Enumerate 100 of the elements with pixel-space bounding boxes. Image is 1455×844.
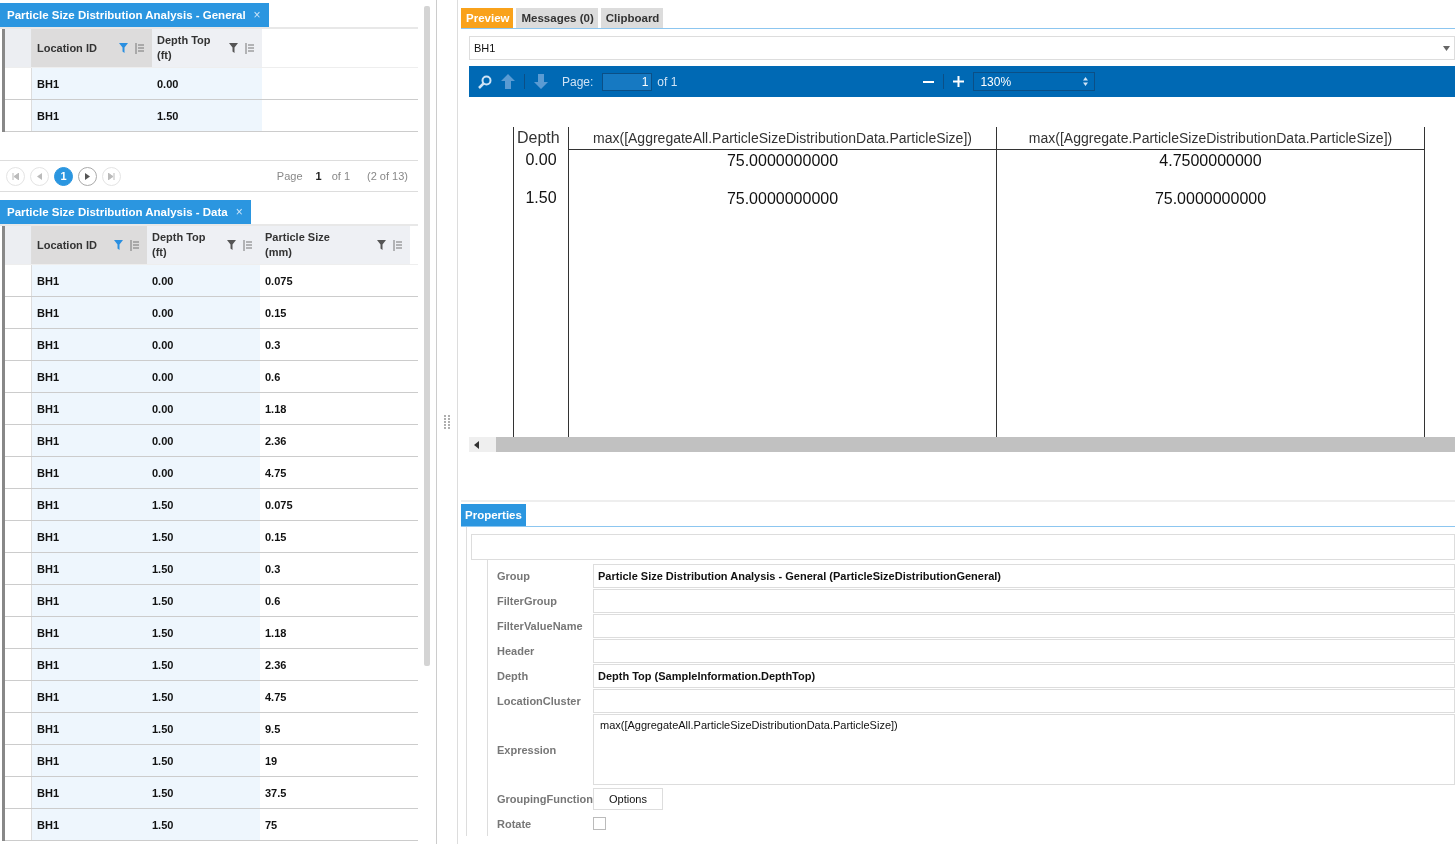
report-cell-text: 75.0000000000: [725, 152, 840, 171]
column-header[interactable]: Location ID: [32, 226, 147, 264]
down-arrow-icon[interactable]: [534, 74, 548, 89]
search-field[interactable]: [471, 534, 1455, 560]
report-column-header: max([Aggregate.ParticleSizeDistributionData.ParticleSize]): [1027, 129, 1394, 148]
table-cell: BH1: [32, 329, 147, 360]
filter-icon[interactable]: [229, 43, 238, 53]
table-cell: BH1: [32, 585, 147, 616]
tab[interactable]: Messages (0): [516, 8, 598, 28]
table-cell: BH1: [32, 681, 147, 712]
column-header-label: Location ID: [37, 237, 97, 253]
table-cell: BH1: [32, 265, 147, 296]
report-cell-text: 75.0000000000: [725, 190, 840, 209]
table-cell: 1.50: [147, 521, 260, 552]
scroll-left-icon[interactable]: [474, 440, 479, 449]
property-field[interactable]: Particle Size Distribution Analysis - General (ParticleSizeDistributionGeneral): [593, 563, 1455, 588]
table-cell: 1.50: [147, 649, 260, 680]
next-icon: [85, 172, 90, 180]
table-cell: 1.50: [147, 681, 260, 712]
page-total: of 1: [331, 170, 351, 182]
report-cell-text: 75.0000000000: [1153, 190, 1268, 209]
report-column-header: max([AggregateAll.ParticleSizeDistributionData.ParticleSize]): [592, 129, 973, 148]
table-cell: BH1: [32, 617, 147, 648]
table-cell: BH1: [32, 489, 147, 520]
page-number: 1: [315, 170, 322, 182]
filter-icon[interactable]: [227, 240, 236, 250]
column-header[interactable]: Depth Top (ft): [147, 226, 260, 264]
report-cell-text: 0.00: [524, 151, 558, 170]
table-cell: BH1: [32, 713, 147, 744]
column-menu-icon[interactable]: [130, 239, 139, 251]
column-menu-icon[interactable]: [245, 42, 254, 54]
property-label: Rotate: [496, 817, 533, 830]
property-field[interactable]: [593, 613, 1455, 638]
table-cell: BH1: [32, 393, 147, 424]
table-cell: 1.50: [147, 617, 260, 648]
checkbox[interactable]: [593, 817, 606, 830]
table-cell: BH1: [32, 649, 147, 680]
column-header-label: Depth Top (ft): [152, 230, 207, 260]
spinner-icon: [1083, 77, 1089, 86]
table-cell: BH1: [32, 457, 147, 488]
first-page-icon: [12, 172, 19, 180]
table-cell: 0.00: [147, 425, 260, 456]
table-cell: 0.00: [152, 68, 262, 99]
column-menu-icon[interactable]: [243, 239, 252, 251]
column-header[interactable]: Particle Size (mm): [260, 226, 410, 264]
table-cell: 1.50: [147, 809, 260, 840]
horizontal-scrollbar[interactable]: [469, 437, 1455, 452]
table-cell: 1.50: [147, 585, 260, 616]
property-field[interactable]: [593, 588, 1455, 613]
table-cell: BH1: [32, 553, 147, 584]
caret-icon: [1443, 45, 1450, 51]
table-cell: BH1: [32, 521, 147, 552]
report-cell-text: 4.7500000000: [1158, 152, 1263, 171]
up-arrow-icon[interactable]: [501, 74, 515, 89]
property-label: FilterValueName: [496, 619, 584, 632]
zoom-out-icon[interactable]: [923, 80, 935, 83]
options-button[interactable]: Options: [593, 787, 663, 810]
table-cell: BH1: [32, 100, 152, 131]
search-icon[interactable]: [478, 74, 492, 89]
column-header[interactable]: Depth Top (ft): [152, 29, 262, 67]
filter-icon[interactable]: [377, 240, 386, 250]
table-cell: 1.50: [147, 745, 260, 776]
table-cell: BH1: [32, 297, 147, 328]
tab[interactable]: Clipboard: [600, 8, 664, 28]
column-header[interactable]: Location ID: [32, 29, 152, 67]
previous-icon: [37, 172, 42, 180]
table-cell: BH1: [32, 425, 147, 456]
column-header-label: Location ID: [37, 40, 97, 56]
property-label: GroupingFunction: [496, 792, 593, 805]
property-field[interactable]: [593, 688, 1455, 713]
column-menu-icon[interactable]: [393, 239, 402, 251]
table-cell: BH1: [32, 777, 147, 808]
page-input[interactable]: 1: [602, 72, 653, 91]
table-cell: BH1: [32, 361, 147, 392]
table-cell: 1.50: [147, 553, 260, 584]
column-header-label: Particle Size (mm): [265, 230, 331, 260]
table-cell: 0.00: [147, 361, 260, 392]
table-cell: 1.50: [147, 777, 260, 808]
location-dropdown[interactable]: BH1: [469, 36, 1455, 60]
column-header-label: Depth Top (ft): [157, 33, 212, 63]
zoom-in-icon[interactable]: [953, 76, 965, 87]
table-cell: 0.00: [147, 329, 260, 360]
property-label: FilterGroup: [496, 594, 558, 607]
table-cell: 0.00: [147, 393, 260, 424]
property-field[interactable]: Depth Top (SampleInformation.DepthTop): [593, 663, 1455, 688]
table-cell: 1.50: [147, 489, 260, 520]
last-page-icon: [108, 172, 115, 180]
page-label: Page: [276, 170, 303, 182]
table-cell: BH1: [32, 745, 147, 776]
expression-field[interactable]: max([AggregateAll.ParticleSizeDistributionData.ParticleSize]): [593, 714, 1455, 785]
page-total: of 1: [657, 74, 678, 89]
table-cell: 1.50: [152, 100, 262, 131]
table-cell: BH1: [32, 68, 152, 99]
table-cell: 0.00: [147, 457, 260, 488]
column-menu-icon[interactable]: [135, 42, 144, 54]
scrollbar[interactable]: [424, 6, 430, 666]
table-cell: 0.00: [147, 265, 260, 296]
zoom-field[interactable]: 130%: [973, 72, 1096, 91]
property-label: Depth: [496, 669, 530, 682]
property-field[interactable]: [593, 638, 1455, 663]
